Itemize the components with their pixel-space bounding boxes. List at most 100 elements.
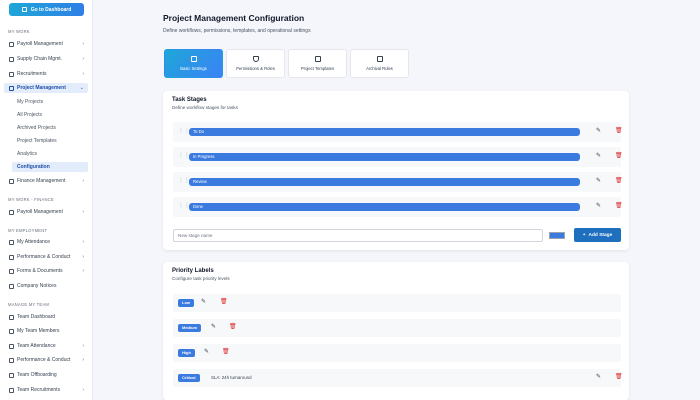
stage-name-field[interactable]: Done <box>189 203 580 211</box>
recruitments-icon <box>9 71 14 77</box>
page-title: Project Management Configuration <box>163 13 305 23</box>
chevron-right-icon: › <box>82 178 84 184</box>
priority-badge: High <box>178 349 195 357</box>
trash-icon[interactable]: 🗑 <box>615 127 623 134</box>
sidebar-item-performance[interactable]: Performance & Conduct › <box>4 252 88 262</box>
priority-row: Critical SLA: 24h turnaround ✎ 🗑 <box>173 369 623 387</box>
sidebar-item-team-recruitments[interactable]: Team Recruitments › <box>4 385 88 395</box>
stage-row: ⋮⋮ Review ✎ 🗑 <box>173 172 623 192</box>
sidebar-item-forms[interactable]: Forms & Documents › <box>4 266 88 276</box>
section-my-employment: MY EMPLOYMENT <box>8 228 48 233</box>
chevron-down-icon: ⌄ <box>79 85 84 91</box>
sidebar-subitem-project-templates[interactable]: Project Templates <box>12 136 88 146</box>
priority-sla-text: SLA: 24h turnaround <box>211 375 252 380</box>
pencil-icon[interactable]: ✎ <box>596 127 601 134</box>
stage-row: ⋮⋮ Done ✎ 🗑 <box>173 197 623 217</box>
payroll-icon <box>9 41 14 47</box>
plus-icon: + <box>582 232 586 238</box>
sidebar-item-payroll-finance[interactable]: Payroll Management › <box>4 207 88 217</box>
chevron-right-icon: › <box>82 239 84 245</box>
tab-archival-rules[interactable]: Archival Rules <box>350 49 409 78</box>
stage-row: ⋮⋮ To Do ✎ 🗑 <box>173 122 623 142</box>
stage-name-field[interactable]: In Progress <box>189 153 580 161</box>
go-to-dashboard-button[interactable]: Go to Dashboard <box>9 3 84 16</box>
clock-icon <box>9 343 14 349</box>
sidebar-item-attendance[interactable]: My Attendance › <box>4 237 88 247</box>
dashboard-button-label: Go to Dashboard <box>30 6 72 13</box>
add-stage-button[interactable]: + Add Stage <box>574 228 621 242</box>
recruitments-icon <box>9 387 14 393</box>
stage-name-field[interactable]: Review <box>189 178 580 186</box>
chevron-right-icon: › <box>82 387 84 393</box>
sidebar-subitem-archived-projects[interactable]: Archived Projects <box>12 123 88 133</box>
drag-handle-icon[interactable]: ⋮⋮ <box>178 203 190 210</box>
stage-name-field[interactable]: To Do <box>189 128 580 136</box>
tab-project-templates[interactable]: Project Templates <box>288 49 347 78</box>
pencil-icon[interactable]: ✎ <box>211 323 216 330</box>
trash-icon[interactable]: 🗑 <box>615 373 623 380</box>
chevron-right-icon: › <box>82 357 84 363</box>
pencil-icon[interactable]: ✎ <box>596 202 601 209</box>
tab-basic-settings[interactable]: Basic Settings <box>164 49 223 78</box>
pencil-icon[interactable]: ✎ <box>201 298 206 305</box>
bell-icon <box>9 283 14 289</box>
priority-row: High ✎ 🗑 <box>173 344 621 362</box>
tab-permissions-roles[interactable]: Permissions & Roles <box>226 49 285 78</box>
pencil-icon[interactable]: ✎ <box>204 348 209 355</box>
trash-icon[interactable]: 🗑 <box>615 202 623 209</box>
page-subtitle: Define workflows, permissions, templates… <box>163 28 311 34</box>
chevron-right-icon: › <box>82 71 84 77</box>
task-stages-card: Task Stages Define workflow stages for t… <box>163 91 629 250</box>
sidebar-subitem-my-projects[interactable]: My Projects <box>12 97 88 107</box>
drag-handle-icon[interactable]: ⋮⋮ <box>178 153 190 160</box>
drag-handle-icon[interactable]: ⋮⋮ <box>178 178 190 185</box>
sidebar-item-notices[interactable]: Company Notices <box>4 281 88 291</box>
task-stages-title: Task Stages <box>172 97 207 103</box>
sidebar-item-team-performance[interactable]: Performance & Conduct › <box>4 355 88 365</box>
logout-icon <box>9 372 14 378</box>
sidebar-item-finance[interactable]: Finance Management › <box>4 176 88 186</box>
sidebar-subitem-analytics[interactable]: Analytics <box>12 149 88 159</box>
priority-badge: Low <box>178 299 194 307</box>
document-icon <box>314 56 321 62</box>
sidebar-item-team-attendance[interactable]: Team Attendance › <box>4 341 88 351</box>
trash-icon[interactable]: 🗑 <box>222 348 230 355</box>
chevron-right-icon: › <box>82 254 84 260</box>
sidebar-item-recruitments[interactable]: Recruitments › <box>4 69 88 79</box>
performance-icon <box>9 357 14 363</box>
task-stages-description: Define workflow stages for tasks <box>172 105 238 110</box>
supply-chain-icon <box>9 56 14 62</box>
chevron-right-icon: › <box>82 209 84 215</box>
trash-icon[interactable]: 🗑 <box>229 323 237 330</box>
new-stage-input[interactable]: New stage name <box>173 229 543 242</box>
sidebar-item-team-members[interactable]: My Team Members <box>4 326 88 336</box>
pencil-icon[interactable]: ✎ <box>596 177 601 184</box>
pencil-icon[interactable]: ✎ <box>596 373 601 380</box>
trash-icon[interactable]: 🗑 <box>615 177 623 184</box>
project-icon <box>9 85 14 91</box>
sidebar-item-project-management[interactable]: Project Management ⌄ <box>4 83 88 93</box>
sidebar-item-payroll[interactable]: Payroll Management › <box>4 39 88 49</box>
section-my-work: MY WORK <box>8 29 30 34</box>
sidebar-item-team-dashboard[interactable]: Team Dashboard <box>4 312 88 322</box>
sidebar-item-team-offboarding[interactable]: Team Offboarding <box>4 370 88 380</box>
shield-icon <box>252 56 259 62</box>
trash-icon[interactable]: 🗑 <box>615 152 623 159</box>
performance-icon <box>9 254 14 260</box>
sidebar: Go to Dashboard MY WORK Payroll Manageme… <box>0 0 93 400</box>
trash-icon[interactable]: 🗑 <box>220 298 228 305</box>
archive-icon <box>376 56 383 62</box>
priority-badge: Medium <box>178 324 202 332</box>
payroll-icon <box>9 209 14 215</box>
priority-row: Medium ✎ 🗑 <box>173 319 621 337</box>
section-my-work-finance: MY WORK - FINANCE <box>8 197 54 202</box>
sidebar-subitem-configuration[interactable]: Configuration <box>12 162 88 172</box>
pencil-icon[interactable]: ✎ <box>596 152 601 159</box>
sidebar-item-supply-chain[interactable]: Supply Chain Mgmt. › <box>4 54 88 64</box>
section-manage-team: MANAGE MY TEAM <box>8 302 50 307</box>
priority-labels-card: Priority Labels Configure task priority … <box>163 262 629 400</box>
stage-color-picker[interactable] <box>549 232 565 239</box>
sidebar-subitem-all-projects[interactable]: All Projects <box>12 110 88 120</box>
finance-icon <box>9 178 14 184</box>
drag-handle-icon[interactable]: ⋮⋮ <box>178 128 190 135</box>
